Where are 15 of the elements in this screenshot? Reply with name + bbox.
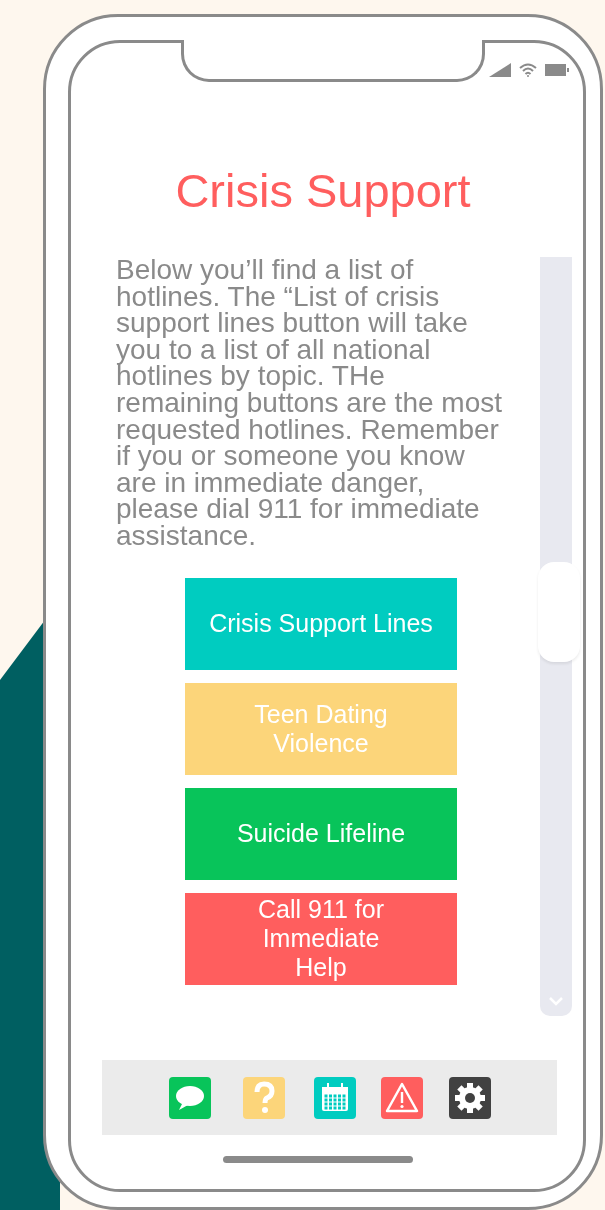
hotline-button[interactable]: Teen Dating Violence — [185, 682, 457, 775]
page-title: Crisis Support — [174, 165, 472, 217]
help-icon[interactable] — [242, 1076, 285, 1119]
hotline-button[interactable]: Call 911 for Immediate Help — [185, 892, 457, 985]
calendar-icon[interactable] — [313, 1076, 356, 1119]
chat-icon[interactable] — [168, 1076, 211, 1119]
settings-icon[interactable] — [448, 1076, 491, 1119]
hotline-button[interactable]: Suicide Lifeline — [185, 787, 457, 880]
battery-icon — [545, 63, 569, 77]
scroll-thumb[interactable] — [538, 562, 580, 662]
signal-icon — [489, 63, 511, 77]
hotline-button[interactable]: Crisis Support Lines — [185, 577, 457, 670]
wifi-icon — [519, 63, 537, 77]
intro-paragraph: Below you’ll find a list of hotlines. The “List of crisis support lines button will take you to a list of all national hotlines by topic. THe remaining buttons are the most requested hotlines. Remember if you or someone you know are in immediate danger, please dial 911 for immediate assistance. — [116, 257, 503, 550]
warning-icon[interactable] — [380, 1076, 423, 1119]
